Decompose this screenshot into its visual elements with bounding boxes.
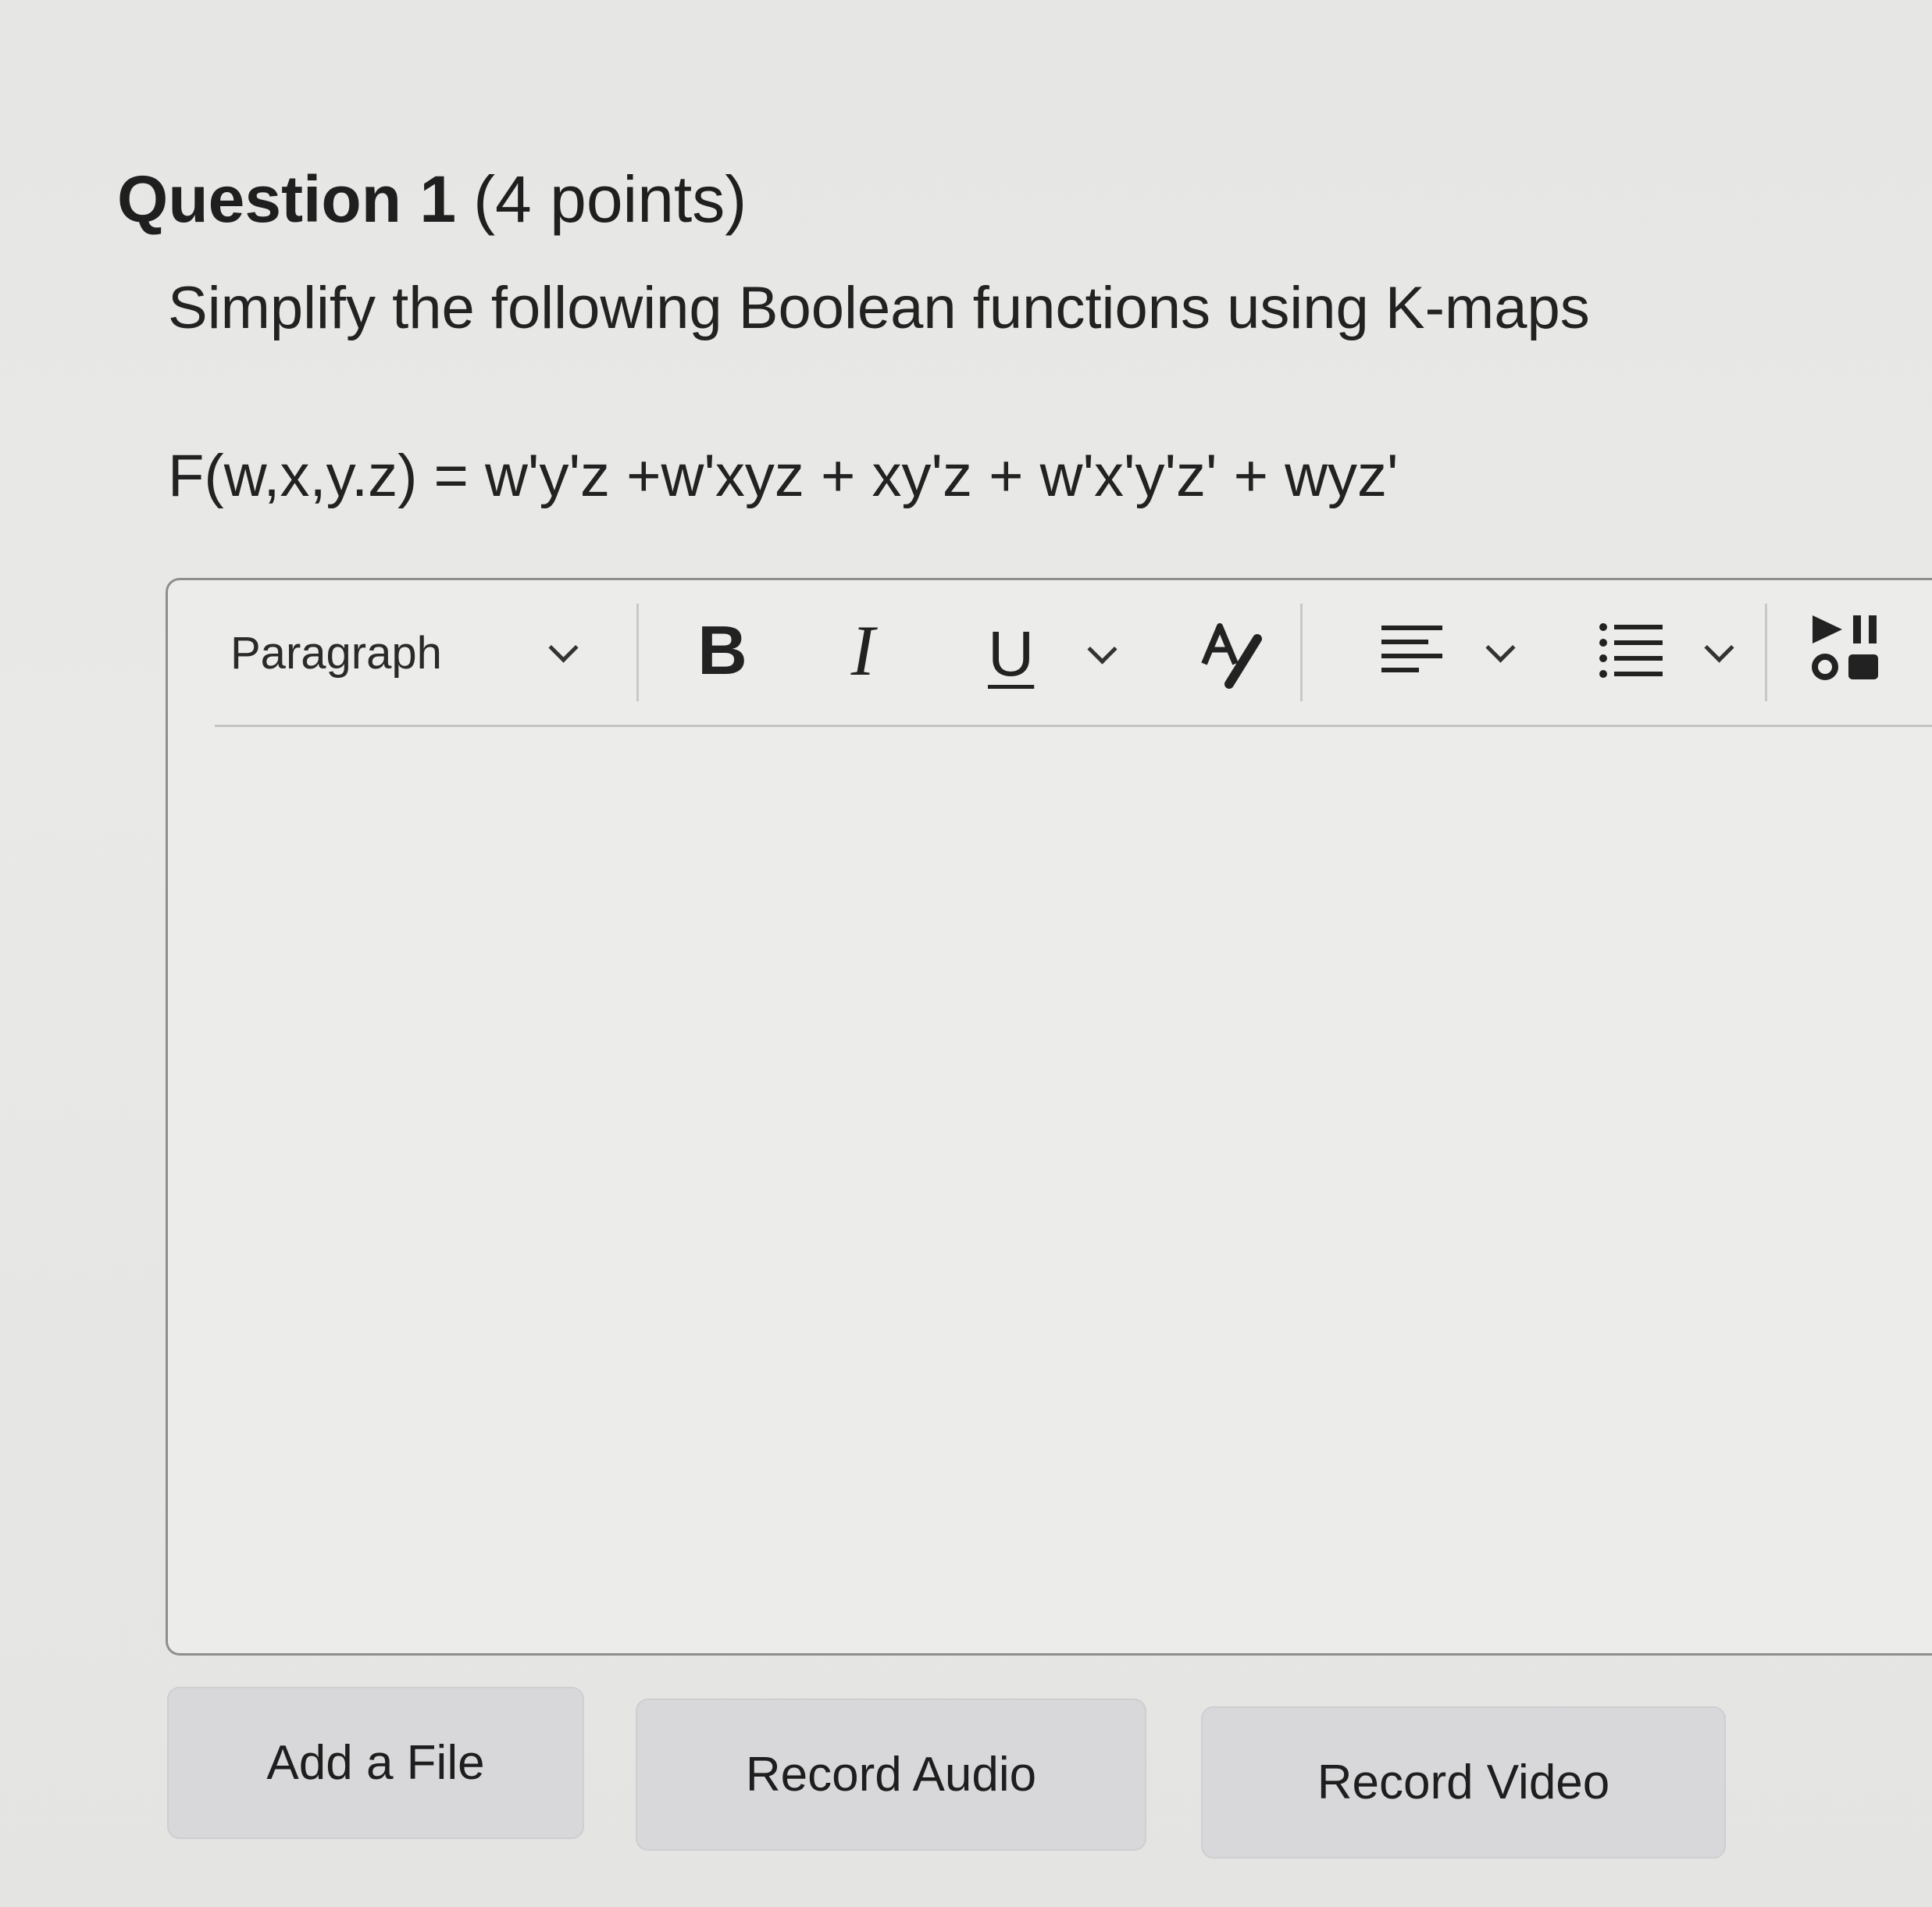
list-icon: [1599, 623, 1663, 678]
italic-icon: I: [850, 611, 875, 690]
bold-button[interactable]: B: [683, 611, 761, 690]
toolbar-divider: [1765, 604, 1767, 701]
align-icon: [1381, 626, 1442, 672]
question-prompt: Simplify the following Boolean functions…: [168, 275, 1590, 341]
rich-text-editor[interactable]: Paragraph B I U: [166, 578, 1932, 1656]
chevron-down-icon: [548, 632, 579, 663]
list-menu-button[interactable]: [1597, 610, 1734, 696]
question-title: Question 1: [117, 162, 457, 236]
media-icon: [1812, 615, 1878, 680]
underline-icon: U: [988, 618, 1035, 690]
alignment-menu-button[interactable]: [1378, 610, 1516, 696]
chevron-down-icon: [1485, 632, 1516, 663]
underline-button[interactable]: U: [988, 611, 1117, 697]
question-header: Question 1 (4 points): [117, 160, 747, 238]
block-format-label: Paragraph: [230, 627, 442, 679]
chevron-down-icon: [1704, 632, 1734, 663]
block-format-select[interactable]: Paragraph: [230, 610, 579, 696]
question-points: (4 points): [473, 162, 747, 236]
answer-text-area[interactable]: [199, 736, 1917, 1634]
record-audio-button[interactable]: Record Audio: [636, 1698, 1146, 1851]
chevron-down-icon: [1087, 633, 1117, 665]
insert-media-button[interactable]: [1808, 604, 1886, 690]
add-file-button[interactable]: Add a File: [167, 1687, 584, 1839]
font-color-icon: [1201, 623, 1262, 689]
font-color-button[interactable]: [1191, 611, 1277, 697]
bold-icon: B: [697, 611, 747, 689]
record-video-button[interactable]: Record Video: [1201, 1706, 1726, 1859]
italic-button[interactable]: I: [824, 611, 902, 690]
toolbar-divider: [1300, 604, 1303, 701]
boolean-function: F(w,x,y.z) = w'y'z +w'xyz + xy'z + w'x'y…: [168, 443, 1399, 509]
editor-toolbar: Paragraph B I U: [215, 580, 1932, 727]
toolbar-divider: [636, 604, 639, 701]
